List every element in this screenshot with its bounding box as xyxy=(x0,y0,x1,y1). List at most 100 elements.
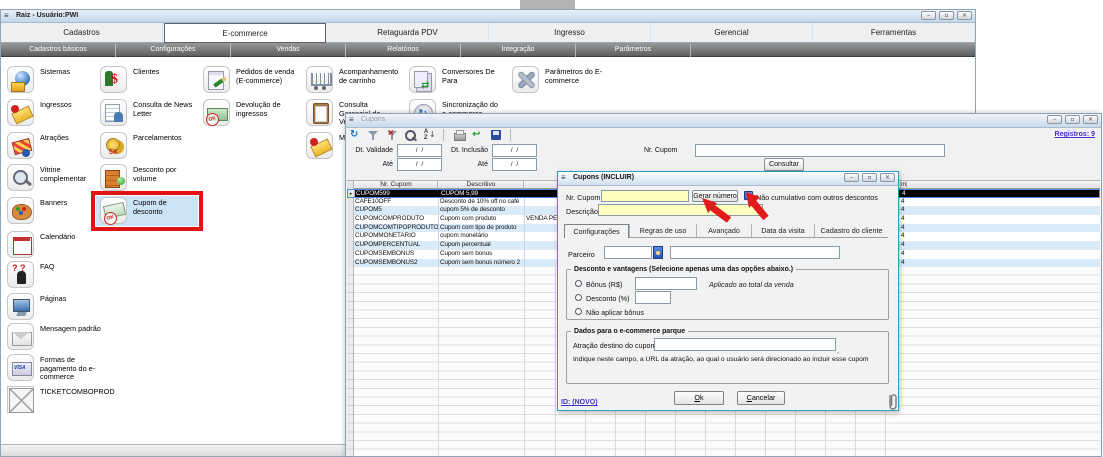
filter-icon[interactable] xyxy=(367,129,379,141)
placeholder-x-icon xyxy=(7,386,34,413)
nr-cupom-input[interactable] xyxy=(601,190,689,202)
palette-icon xyxy=(7,197,34,224)
launcher-item-desconto-por-volume[interactable]: Desconto por volume xyxy=(100,164,196,191)
aplicado-note: Aplicado ao total da venda xyxy=(709,280,794,289)
cupons-titlebar: ≡ Cupons – ▫ × xyxy=(346,114,1101,128)
ok-button[interactable]: Ok xyxy=(674,391,724,405)
menu-cadastros-basicos[interactable]: Cadastros básicos xyxy=(1,43,116,57)
installments-5x-icon xyxy=(100,132,127,159)
volume-discount-icon xyxy=(100,164,127,191)
tab-ecommerce[interactable]: E-commerce xyxy=(164,23,326,43)
atracao-destino-input[interactable] xyxy=(654,338,836,351)
pages-monitor-icon xyxy=(7,293,34,320)
launcher-item-sistemas[interactable]: Sistemas xyxy=(7,66,103,93)
launcher-item-acompanhamento-carrinho[interactable]: Acompanhamento de carrinho xyxy=(306,66,402,93)
launcher-item-paginas[interactable]: Páginas xyxy=(7,293,103,320)
search-icon[interactable] xyxy=(404,129,416,141)
restore-button[interactable]: ▫ xyxy=(939,11,954,20)
ate-label: Até xyxy=(466,160,488,169)
converter-icon xyxy=(409,66,436,93)
dt-validade-input[interactable] xyxy=(397,144,442,157)
menu-configuracoes[interactable]: Configurações xyxy=(116,43,231,57)
clear-filter-icon[interactable]: × xyxy=(386,129,398,141)
launcher-item-parcelamentos[interactable]: Parcelamentos xyxy=(100,132,196,159)
nao-aplicar-bonus-radio[interactable] xyxy=(575,308,582,315)
launcher-item-conversores-de-para[interactable]: Conversores De Para xyxy=(409,66,505,93)
calendar-icon xyxy=(7,231,34,258)
close-button[interactable]: × xyxy=(1083,115,1098,124)
tab-gerencial[interactable]: Gerencial xyxy=(651,23,813,42)
launcher-item-faq[interactable]: FAQ xyxy=(7,261,103,288)
bonus-input[interactable] xyxy=(635,277,697,290)
restore-button[interactable]: ▫ xyxy=(862,173,877,182)
launcher-item-devolucao-ingressos[interactable]: Devolução de ingressos xyxy=(203,99,299,126)
launcher-item-consulta-newsletter[interactable]: Consulta de News Letter xyxy=(100,99,196,126)
showcase-magnifier-icon xyxy=(7,164,34,191)
print-icon[interactable] xyxy=(453,129,465,141)
desconto-radio[interactable] xyxy=(575,294,582,301)
consultar-button[interactable]: Consultar xyxy=(764,158,804,171)
parceiro-label: Parceiro xyxy=(568,250,595,259)
tab-data-da-visita[interactable]: Data da visita xyxy=(751,224,814,237)
dados-ecommerce-legend: Dados para o e-commerce parque xyxy=(571,327,688,336)
tab-retaguarda-pdv[interactable]: Retaguarda PDV xyxy=(327,23,489,42)
tab-regras-de-uso[interactable]: Regras de uso xyxy=(629,224,696,237)
menu-parametros[interactable]: Parâmetros xyxy=(576,43,691,57)
minimize-button[interactable]: – xyxy=(921,11,936,20)
tab-cadastro-do-cliente[interactable]: Cadastro do cliente xyxy=(814,224,888,237)
restore-button[interactable]: ▫ xyxy=(1065,115,1080,124)
tab-configuracoes[interactable]: Configurações xyxy=(564,224,629,238)
launcher-item-formas-pagamento[interactable]: Formas de pagamento do e-commerce xyxy=(7,354,103,382)
launcher-item-ticketcomboprod[interactable]: TICKETCOMBOPROD xyxy=(7,386,103,413)
paperclip-icon[interactable] xyxy=(886,393,898,411)
launcher-item-vitrine-complementar[interactable]: Vitrine complementar xyxy=(7,164,103,191)
id-novo-link[interactable]: ID: (NOVO) xyxy=(561,399,598,406)
launcher-item-calendario[interactable]: Calendário xyxy=(7,231,103,258)
dt-inclusao-input[interactable] xyxy=(492,144,537,157)
menu-integracao[interactable]: Integração xyxy=(461,43,576,57)
ate-validade-input[interactable] xyxy=(397,158,442,171)
menu-relatorios[interactable]: Relatórios xyxy=(346,43,461,57)
tab-ingresso[interactable]: Ingresso xyxy=(489,23,651,42)
save-icon[interactable] xyxy=(490,129,502,141)
launcher-item-mensagem-padrao[interactable]: Mensagem padrão xyxy=(7,323,103,350)
minimize-button[interactable]: – xyxy=(1047,115,1062,124)
red-arrow-nao-cumulativo xyxy=(742,192,772,220)
tab-ferramentas[interactable]: Ferramentas xyxy=(813,23,975,42)
bonus-radio[interactable] xyxy=(575,280,582,287)
tab-cadastros[interactable]: Cadastros xyxy=(1,23,163,42)
launcher-item-pedidos-de-venda[interactable]: Pedidos de venda (E-commerce) xyxy=(203,66,299,93)
cupons-window-title: Cupons xyxy=(361,114,385,126)
red-highlight-box xyxy=(91,191,203,231)
parceiro-input[interactable] xyxy=(604,246,652,259)
menu-vendas[interactable]: Vendas xyxy=(231,43,346,57)
refresh-icon[interactable] xyxy=(349,129,361,141)
main-window-title: Raiz - Usuário:PWI xyxy=(16,10,78,22)
desconto-input[interactable] xyxy=(635,291,671,304)
cancelar-button[interactable]: Cancelar xyxy=(737,391,785,405)
close-button[interactable]: × xyxy=(957,11,972,20)
nao-cumulativo-label: Não cumulativo com outros descontos xyxy=(756,193,890,202)
minimize-button[interactable]: – xyxy=(844,173,859,182)
launcher-item-clientes[interactable]: Clientes xyxy=(100,66,196,93)
envelope-icon xyxy=(7,323,34,350)
parceiro-lookup-button[interactable] xyxy=(653,246,663,259)
credit-cards-icon xyxy=(7,354,34,381)
tab-avancado[interactable]: Avançado xyxy=(696,224,751,237)
dialog-tabs: Configurações Regras de uso Avançado Dat… xyxy=(564,224,888,238)
export-icon[interactable] xyxy=(471,129,483,141)
main-titlebar: ≡ Raiz - Usuário:PWI – ▫ × xyxy=(1,10,975,23)
descricao-input[interactable] xyxy=(598,204,763,216)
sort-az-icon[interactable]: ↓ xyxy=(423,129,435,141)
launcher-item-parametros-ecommerce[interactable]: Parâmetros do E-commerce xyxy=(512,66,608,93)
ate-inclusao-input[interactable] xyxy=(492,158,537,171)
toolbar-separator xyxy=(510,129,511,141)
close-button[interactable]: × xyxy=(880,173,895,182)
launcher-item-banners[interactable]: Banners xyxy=(7,197,103,224)
launcher-item-atracoes[interactable]: Atrações xyxy=(7,132,103,159)
launcher-item-ingressos[interactable]: Ingressos xyxy=(7,99,103,126)
nr-cupom-filter-input[interactable] xyxy=(695,144,945,157)
registros-link[interactable]: Registros: 9 xyxy=(1055,131,1095,138)
desconto-vantagens-group: Desconto e vantagens (Selecione apenas u… xyxy=(566,269,889,320)
dados-ecommerce-group: Dados para o e-commerce parque Atração d… xyxy=(566,331,889,384)
